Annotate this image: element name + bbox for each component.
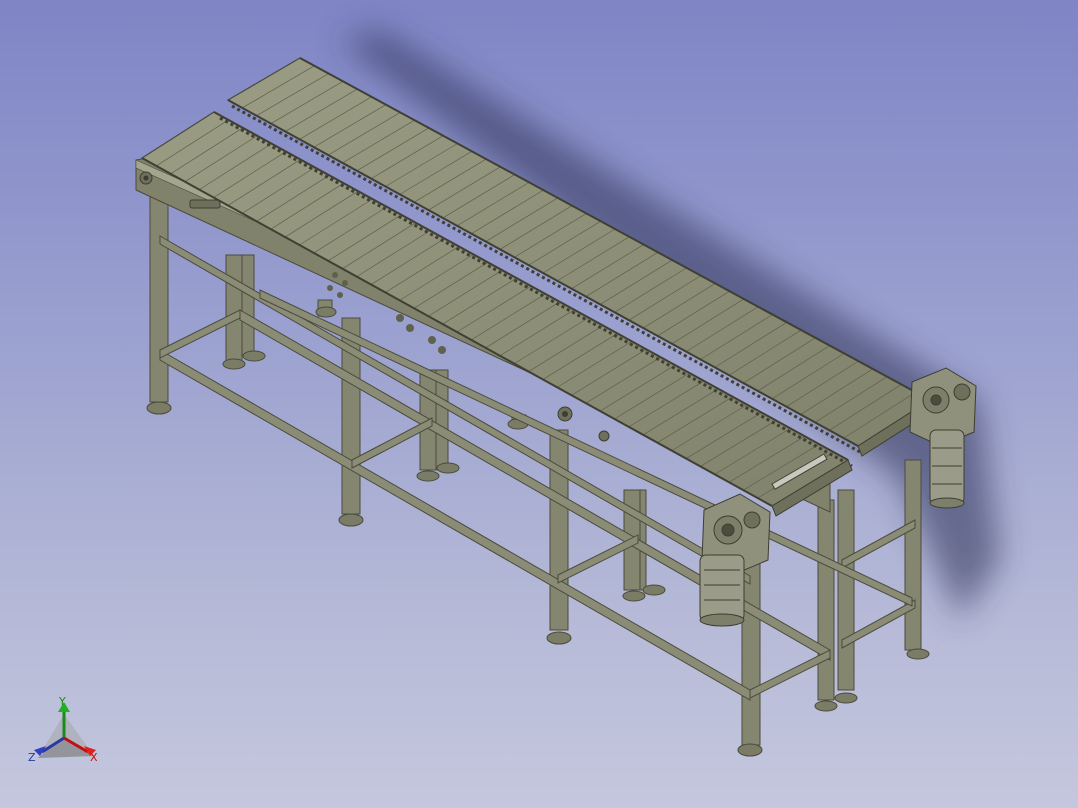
foot <box>546 631 572 645</box>
foot <box>315 306 337 318</box>
z-axis-label: Z <box>28 751 36 764</box>
leg <box>817 499 835 701</box>
foot <box>222 358 246 370</box>
cad-viewport[interactable]: Y Z X <box>0 0 1078 808</box>
leg <box>549 429 569 631</box>
leg <box>904 459 922 651</box>
foot <box>642 584 666 596</box>
foot <box>906 648 930 660</box>
foot <box>834 692 858 704</box>
foot <box>338 513 364 527</box>
y-axis-label: Y <box>59 695 66 708</box>
foot <box>146 401 172 415</box>
conveyor-model[interactable] <box>0 0 1078 808</box>
foot <box>436 462 460 474</box>
foot <box>416 470 440 482</box>
x-axis-label: X <box>90 751 98 764</box>
leg <box>837 489 855 691</box>
foot <box>622 590 646 602</box>
foot <box>737 743 763 757</box>
axis-triad: Y Z X <box>24 694 108 770</box>
foot <box>242 350 266 362</box>
foot <box>814 700 838 712</box>
leg <box>149 189 169 403</box>
chain-rails <box>141 57 931 507</box>
leg <box>225 254 243 364</box>
